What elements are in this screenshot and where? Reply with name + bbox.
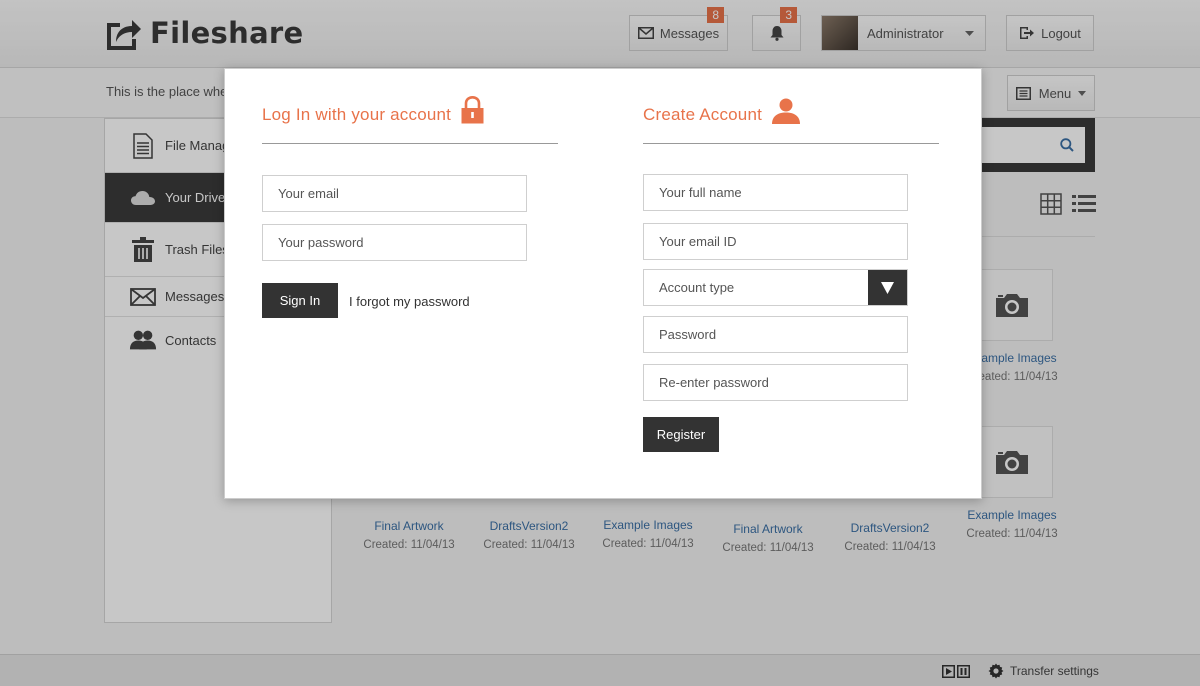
login-email-input[interactable] [262, 175, 527, 212]
register-password-input[interactable] [643, 316, 908, 353]
register-title: Create Account [643, 105, 763, 124]
register-header: Create Account [643, 69, 939, 144]
sign-in-button[interactable]: Sign In [262, 283, 338, 318]
login-password-input[interactable] [262, 224, 527, 261]
auth-modal: Log In with your account Sign In I forgo… [224, 68, 982, 499]
caret-down-icon [881, 281, 894, 294]
account-type-value: Account type [659, 280, 735, 295]
register-reenter-password-input[interactable] [643, 364, 908, 401]
login-title: Log In with your account [262, 105, 452, 124]
register-button[interactable]: Register [643, 417, 719, 452]
register-fullname-input[interactable] [643, 174, 908, 211]
login-header: Log In with your account [262, 69, 558, 144]
user-icon [772, 98, 801, 124]
account-type-select[interactable]: Account type [643, 269, 908, 306]
register-panel: Create Account Account type Register [643, 69, 939, 452]
register-email-input[interactable] [643, 223, 908, 260]
login-panel: Log In with your account Sign In I forgo… [262, 69, 558, 318]
lock-icon [461, 96, 484, 124]
forgot-password-link[interactable]: I forgot my password [349, 294, 470, 309]
select-arrow[interactable] [868, 270, 907, 305]
